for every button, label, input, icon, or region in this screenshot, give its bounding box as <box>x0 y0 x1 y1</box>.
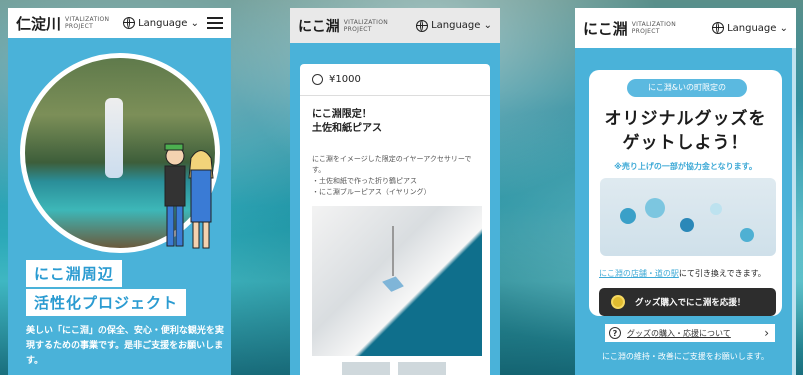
question-icon: ? <box>609 327 621 339</box>
logo-sub-1: VITALIZATION <box>631 21 676 28</box>
divider <box>300 95 490 96</box>
heading-line2: ゲットしよう！ <box>622 133 749 153</box>
logo-subtitle: VITALIZATION PROJECT <box>344 19 388 33</box>
charm <box>680 218 694 232</box>
radio-button[interactable] <box>312 74 323 85</box>
logo-sub-2: PROJECT <box>343 25 372 33</box>
product-title: にこ淵限定！ 土佐和紙ピアス <box>312 108 478 136</box>
help-link[interactable]: ? グッズの購入・応援について › <box>605 324 775 342</box>
charm <box>645 198 665 218</box>
waterfall-illustration <box>105 98 123 178</box>
language-label: Language ⌄ <box>727 22 788 34</box>
language-selector[interactable]: Language ⌄ <box>416 19 492 32</box>
desc-3: ・にこ淵ブルーピアス（イヤリング） <box>312 188 431 196</box>
tourists-illustration <box>164 143 214 249</box>
project-description: 美しい「にこ淵」の保全、安心・便利な観光を実現するための事業です。是非ご支援をお… <box>26 326 224 366</box>
desc-2: ・土佐和紙で作った折り鶴ピアス <box>312 177 417 185</box>
screen-goods: にこ淵 VITALIZATION PROJECT Language ⌄ にこ淵&… <box>575 8 796 375</box>
product-title-2: 土佐和紙ピアス <box>312 123 382 134</box>
charm <box>620 208 636 224</box>
shop-link[interactable]: にこ淵の店舗・道の駅 <box>599 269 679 278</box>
support-button-label: グッズ購入でにこ淵を応援！ <box>635 298 746 308</box>
earring-hook <box>392 226 394 276</box>
logo[interactable]: にこ淵 <box>298 16 340 36</box>
logo-sub-1: VITALIZATION <box>65 16 110 23</box>
logo[interactable]: にこ淵 <box>583 18 628 39</box>
language-label: Language ⌄ <box>431 20 492 31</box>
chevron-right-icon: › <box>764 326 769 340</box>
screen-landing: 仁淀川 VITALIZATION PROJECT Language ⌄ にこ淵周… <box>8 8 231 375</box>
language-selector[interactable]: Language ⌄ <box>123 17 199 29</box>
globe-icon <box>123 17 136 29</box>
hamburger-menu-icon[interactable] <box>207 14 223 32</box>
paper-crane-charm <box>380 273 406 296</box>
header: にこ淵 VITALIZATION PROJECT Language ⌄ <box>575 8 796 48</box>
logo-sub-2: PROJECT <box>631 28 660 35</box>
project-title-line1: にこ淵周辺 <box>26 260 122 287</box>
header: 仁淀川 VITALIZATION PROJECT Language ⌄ <box>8 8 231 38</box>
support-button[interactable]: グッズ購入でにこ淵を応援！ <box>599 288 776 316</box>
language-selector[interactable]: Language ⌄ <box>712 22 788 34</box>
price-option[interactable]: ¥1000 <box>312 74 478 85</box>
exchange-text: にて引き換えできます。 <box>678 269 766 278</box>
globe-icon <box>712 22 725 34</box>
footer-message: にこ淵の維持・改善にご支援をお願いします。 <box>602 352 769 361</box>
exchange-info: にこ淵の店舗・道の駅にて引き換えできます。 <box>599 268 766 279</box>
product-image <box>312 206 482 356</box>
goods-card: にこ淵&いの町限定の オリジナルグッズを ゲットしよう！ ※売り上げの一部が協力… <box>589 70 782 316</box>
product-title-1: にこ淵限定！ <box>312 109 372 120</box>
help-label: グッズの購入・応援について <box>627 328 731 338</box>
logo-subtitle: VITALIZATION PROJECT <box>632 21 676 35</box>
price: ¥1000 <box>329 74 361 85</box>
thumbnail-1[interactable] <box>342 362 390 375</box>
language-label: Language ⌄ <box>138 17 199 29</box>
scrollbar[interactable] <box>792 48 796 375</box>
charm <box>710 203 722 215</box>
header: にこ淵 VITALIZATION PROJECT Language ⌄ <box>290 8 500 43</box>
screen-product: にこ淵 VITALIZATION PROJECT Language ⌄ ¥100… <box>290 8 500 375</box>
goods-image <box>600 178 776 256</box>
logo-sub-2: PROJECT <box>65 23 94 30</box>
logo[interactable]: 仁淀川 <box>16 13 61 34</box>
globe-icon <box>416 19 429 32</box>
coin-icon <box>611 295 625 309</box>
thumbnail-2[interactable] <box>398 362 446 375</box>
product-description: にこ淵をイメージした限定のイヤーアクセサリーです。 ・土佐和紙で作った折り鶴ピア… <box>312 154 478 198</box>
product-card: ¥1000 にこ淵限定！ 土佐和紙ピアス にこ淵をイメージした限定のイヤーアクセ… <box>300 64 490 375</box>
contribution-note: ※売り上げの一部が協力金となります。 <box>614 162 757 171</box>
heading-line1: オリジナルグッズを <box>604 109 767 129</box>
limited-pill: にこ淵&いの町限定の <box>627 79 747 97</box>
project-title-line2: 活性化プロジェクト <box>26 289 187 316</box>
charm <box>740 228 754 242</box>
logo-subtitle: VITALIZATION PROJECT <box>65 16 109 30</box>
logo-sub-1: VITALIZATION <box>343 18 389 26</box>
desc-1: にこ淵をイメージした限定のイヤーアクセサリーです。 <box>312 155 472 174</box>
